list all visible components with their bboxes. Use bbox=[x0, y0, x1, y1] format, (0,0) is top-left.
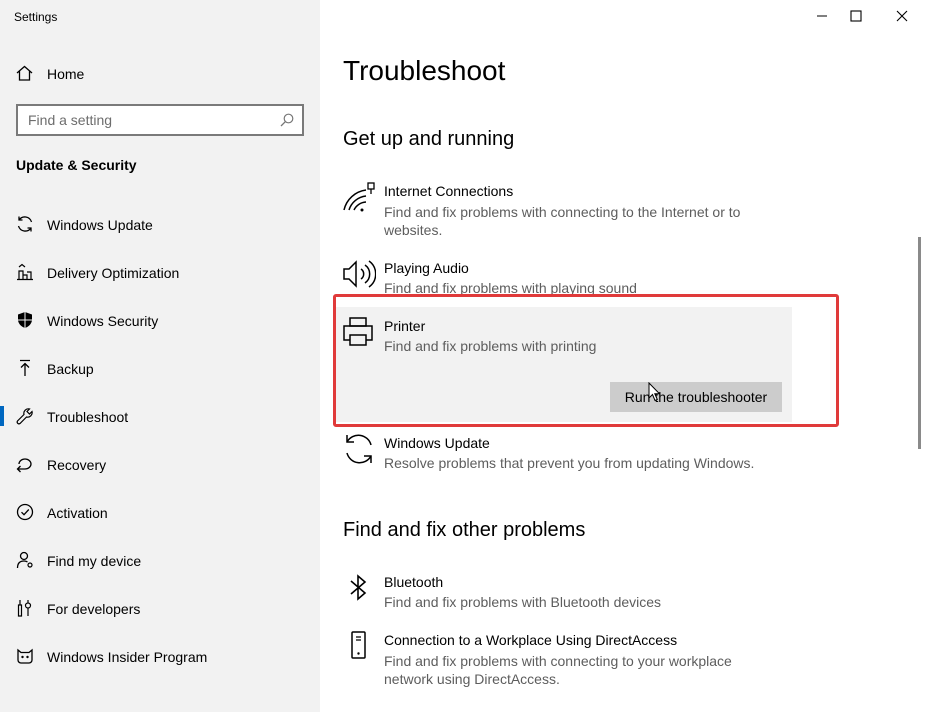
sidebar-item-find-my-device[interactable]: Find my device bbox=[0, 536, 320, 584]
sync-icon bbox=[342, 432, 376, 466]
troubleshooter-directaccess[interactable]: Connection to a Workplace Using DirectAc… bbox=[332, 631, 792, 691]
wifi-icon bbox=[342, 182, 376, 216]
recovery-icon bbox=[16, 455, 34, 473]
sidebar-item-windows-update[interactable]: Windows Update bbox=[0, 200, 320, 248]
troubleshooter-name: Bluetooth bbox=[384, 574, 444, 590]
scrollbar-thumb[interactable] bbox=[918, 237, 921, 449]
troubleshooter-name: Windows Update bbox=[384, 435, 490, 451]
page-title: Troubleshoot bbox=[343, 55, 506, 86]
search-box[interactable] bbox=[16, 104, 304, 136]
bluetooth-icon bbox=[342, 573, 376, 607]
sidebar-item-label: Windows Security bbox=[47, 313, 159, 329]
troubleshooter-name: Playing Audio bbox=[384, 260, 469, 276]
maximize-button[interactable] bbox=[833, 0, 879, 32]
mouse-cursor-icon bbox=[648, 381, 661, 407]
sidebar-item-delivery-optimization[interactable]: Delivery Optimization bbox=[0, 248, 320, 296]
troubleshooter-description: Find and fix problems with connecting to… bbox=[384, 653, 732, 687]
sidebar: Settings Home Update & Security Windows … bbox=[0, 0, 320, 712]
troubleshooter-name: Internet Connections bbox=[384, 183, 514, 199]
troubleshooter-description: Find and fix problems with connecting to… bbox=[384, 204, 741, 238]
group-title-get-up-and-running: Get up and running bbox=[343, 128, 515, 150]
backup-arrow-icon bbox=[16, 359, 34, 377]
sidebar-item-label: Activation bbox=[47, 505, 108, 521]
troubleshooter-internet-connections[interactable]: Internet Connections Find and fix proble… bbox=[332, 182, 792, 242]
sidebar-item-label: Delivery Optimization bbox=[47, 265, 180, 281]
troubleshooter-windows-update[interactable]: Windows Update Resolve problems that pre… bbox=[332, 432, 792, 474]
speaker-icon bbox=[342, 259, 377, 293]
sidebar-item-label: Backup bbox=[47, 361, 94, 377]
troubleshooter-description: Resolve problems that prevent you from u… bbox=[384, 455, 755, 471]
home-icon bbox=[16, 65, 33, 86]
mobile-device-icon bbox=[342, 631, 376, 665]
search-input[interactable] bbox=[18, 106, 268, 134]
settings-window: Settings Home Update & Security Windows … bbox=[0, 0, 925, 712]
troubleshooter-description: Find and fix problems with Bluetooth dev… bbox=[384, 594, 662, 610]
developer-tools-icon bbox=[16, 599, 34, 617]
shield-icon bbox=[16, 311, 34, 329]
sidebar-item-label: For developers bbox=[47, 601, 141, 617]
sidebar-item-troubleshoot[interactable]: Troubleshoot bbox=[0, 392, 320, 440]
sidebar-item-activation[interactable]: Activation bbox=[0, 488, 320, 536]
close-icon bbox=[896, 10, 908, 22]
search-icon[interactable] bbox=[280, 113, 294, 132]
app-title: Settings bbox=[14, 10, 58, 24]
group-title-find-and-fix-other-problems: Find and fix other problems bbox=[343, 519, 586, 541]
sidebar-nav: Windows Update Delivery Optimization Win… bbox=[0, 200, 320, 680]
sidebar-item-recovery[interactable]: Recovery bbox=[0, 440, 320, 488]
main-content: Troubleshoot Get up and running Internet… bbox=[320, 0, 925, 712]
troubleshooter-playing-audio[interactable]: Playing Audio Find and fix problems with… bbox=[332, 259, 792, 296]
maximize-icon bbox=[850, 10, 862, 22]
delivery-optimization-icon bbox=[16, 263, 34, 281]
sidebar-item-backup[interactable]: Backup bbox=[0, 344, 320, 392]
section-title: Update & Security bbox=[16, 157, 137, 173]
sidebar-item-label: Windows Update bbox=[47, 217, 153, 233]
insider-cat-icon bbox=[16, 647, 34, 665]
wrench-icon bbox=[16, 407, 34, 425]
troubleshooter-name: Connection to a Workplace Using DirectAc… bbox=[384, 632, 678, 648]
sync-icon bbox=[16, 215, 34, 233]
troubleshooter-bluetooth[interactable]: Bluetooth Find and fix problems with Blu… bbox=[332, 573, 792, 613]
home-label: Home bbox=[47, 66, 85, 82]
person-pin-icon bbox=[16, 551, 34, 569]
sidebar-item-windows-security[interactable]: Windows Security bbox=[0, 296, 320, 344]
sidebar-item-label: Find my device bbox=[47, 553, 142, 569]
sidebar-item-label: Recovery bbox=[47, 457, 107, 473]
close-button[interactable] bbox=[879, 0, 925, 32]
minimize-icon bbox=[817, 15, 827, 17]
sidebar-item-label: Troubleshoot bbox=[47, 409, 129, 425]
sidebar-item-label: Windows Insider Program bbox=[47, 649, 208, 665]
check-circle-icon bbox=[16, 503, 34, 521]
highlight-annotation bbox=[333, 294, 839, 427]
sidebar-item-windows-insider-program[interactable]: Windows Insider Program bbox=[0, 632, 320, 680]
sidebar-item-for-developers[interactable]: For developers bbox=[0, 584, 320, 632]
home-nav-item[interactable]: Home bbox=[0, 58, 320, 88]
